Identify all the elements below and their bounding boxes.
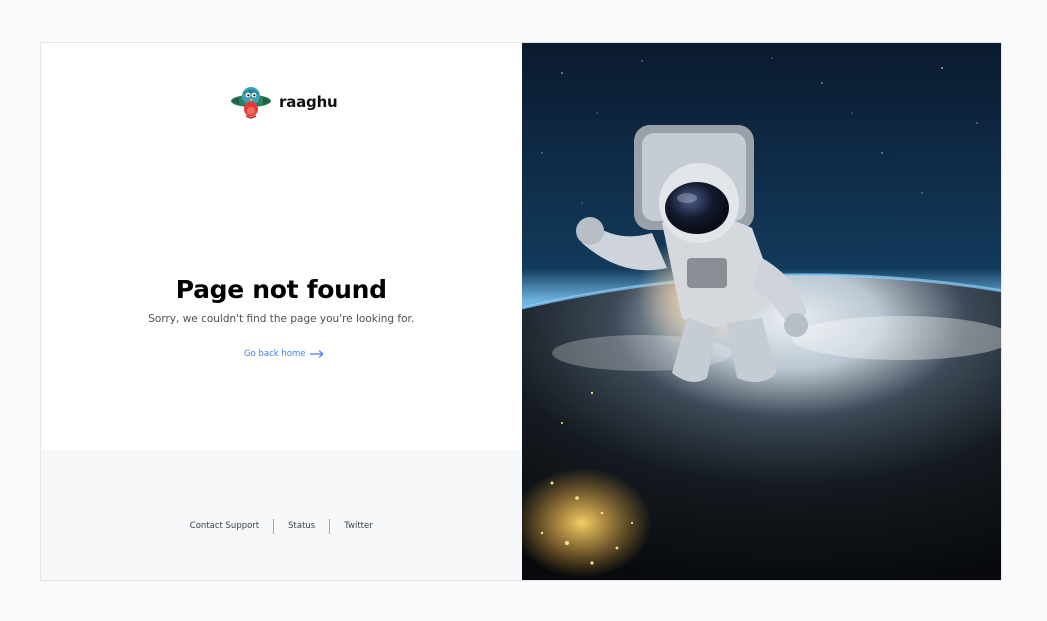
brand-name: raaghu: [279, 93, 338, 111]
footer: Contact Support Status Twitter: [41, 450, 522, 580]
main-content: raaghu Page not found Sorry, we couldn't…: [41, 43, 522, 450]
arrow-right-icon: [309, 350, 323, 358]
brand-logo[interactable]: raaghu: [229, 85, 338, 119]
not-found-card: raaghu Page not found Sorry, we couldn't…: [40, 42, 1002, 581]
status-link[interactable]: Status: [288, 521, 315, 531]
page-title: Page not found: [175, 275, 387, 304]
footer-divider: [329, 518, 331, 534]
error-message: Sorry, we couldn't find the page you're …: [148, 313, 415, 325]
go-back-home-link[interactable]: Go back home: [244, 349, 324, 359]
content-panel: raaghu Page not found Sorry, we couldn't…: [41, 43, 522, 580]
go-back-home-label: Go back home: [244, 349, 306, 359]
twitter-link[interactable]: Twitter: [344, 521, 373, 531]
footer-divider: [273, 518, 275, 534]
footer-nav: Contact Support Status Twitter: [190, 518, 373, 534]
contact-support-link[interactable]: Contact Support: [190, 521, 259, 531]
parrot-logo-icon: [231, 87, 271, 119]
astronaut-earth-image: [521, 43, 1001, 580]
hero-image-panel: [521, 43, 1001, 580]
